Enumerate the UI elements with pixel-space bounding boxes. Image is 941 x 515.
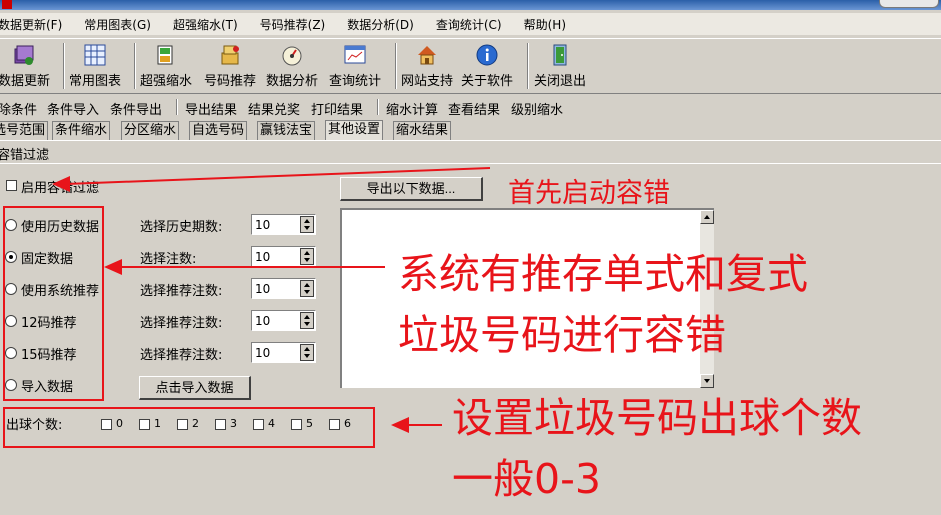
import-data-button[interactable]: 点击导入数据 (139, 376, 251, 400)
history-periods-label: 选择历史期数: (140, 220, 223, 235)
tab-other-settings[interactable]: 其他设置 (325, 120, 384, 140)
spinner-arrows-icon[interactable] (300, 248, 314, 265)
recommend-15-count-label: 选择推荐注数: (140, 348, 223, 363)
fixed-count-value: 10 (255, 250, 271, 264)
exit-door-icon (553, 44, 567, 66)
tab-condition-reduce[interactable]: 条件缩水 (52, 121, 111, 140)
print-results-button[interactable]: 打印结果 (311, 99, 363, 118)
toolbar-separator (63, 43, 65, 89)
toolbar-data-update-button[interactable]: 数据更新 (0, 43, 50, 89)
tab-reduce-results[interactable]: 缩水结果 (393, 121, 452, 140)
toolbar-charts-button[interactable]: 常用图表 (69, 43, 121, 89)
tab-strip: 选号范围 条件缩水 分区缩水 自选号码 赢钱法宝 其他设置 缩水结果 (0, 120, 941, 140)
info-icon (476, 44, 498, 66)
recommend-15-value: 10 (255, 346, 271, 360)
tab-number-range[interactable]: 选号范围 (0, 121, 49, 140)
arrow-to-ball-count-box (391, 417, 442, 433)
history-periods-spinner[interactable]: 10 (251, 214, 316, 235)
history-periods-value: 10 (255, 218, 271, 232)
spinner-arrows-icon[interactable] (300, 312, 314, 329)
window-titlebar (0, 0, 941, 10)
recommend-12-value: 10 (255, 314, 271, 328)
statistics-icon (344, 45, 366, 64)
export-conditions-button[interactable]: 条件导出 (110, 99, 162, 118)
toolbar-exit-button[interactable]: 关闭退出 (534, 43, 586, 89)
recommend-12-count-label: 选择推荐注数: (140, 316, 223, 331)
reduce-icon (157, 45, 173, 65)
annotation-box-ball-count (3, 407, 375, 448)
annotation-third-line1: 设置垃圾号码出球个数 (452, 394, 862, 442)
sub-toolbar: 除条件 条件导入 条件导出 导出结果 结果兑奖 打印结果 缩水计算 查看结果 级… (0, 96, 941, 118)
annotation-second-line1: 系统有推存单式和复式 (398, 250, 808, 298)
app-icon (2, 0, 12, 9)
system-recommend-spinner[interactable]: 10 (251, 278, 316, 299)
toolbar-website-button[interactable]: 网站支持 (401, 43, 453, 89)
enable-fault-tolerance-checkbox[interactable] (6, 180, 17, 191)
fixed-count-label: 选择注数: (140, 252, 197, 267)
menu-recommend[interactable]: 号码推荐(Z) (260, 16, 326, 33)
toolbar-recommend-button[interactable]: 号码推荐 (204, 43, 256, 89)
export-data-button[interactable]: 导出以下数据... (340, 177, 483, 201)
annotation-second-line2: 垃圾号码进行容错 (398, 311, 726, 359)
toolbar-statistics-button[interactable]: 查询统计 (329, 43, 381, 89)
menu-statistics[interactable]: 查询统计(C) (436, 16, 502, 33)
main-toolbar: 数据更新 常用图表 超强缩水 号码推荐 数据分析 查询统计 网站支持 关于软件 … (0, 38, 941, 94)
subtoolbar-separator (377, 99, 379, 115)
toolbar-reduce-button[interactable]: 超强缩水 (140, 43, 192, 89)
scroll-up-icon[interactable] (700, 210, 714, 224)
spinner-arrows-icon[interactable] (300, 344, 314, 361)
annotation-box-options (3, 206, 104, 401)
system-recommend-count-label: 选择推荐注数: (140, 284, 223, 299)
fault-tolerance-group-title: 容错过滤 (0, 148, 50, 163)
view-results-button[interactable]: 查看结果 (448, 99, 500, 118)
recommend-12-spinner[interactable]: 10 (251, 310, 316, 331)
import-conditions-button[interactable]: 条件导入 (47, 99, 99, 118)
home-icon (418, 46, 436, 65)
menu-help[interactable]: 帮助(H) (524, 16, 566, 33)
window-control-buttons[interactable] (879, 0, 939, 8)
recommend-15-spinner[interactable]: 10 (251, 342, 316, 363)
tab-panel-border (0, 140, 941, 141)
export-results-button[interactable]: 导出结果 (185, 99, 237, 118)
redeem-results-button[interactable]: 结果兑奖 (248, 99, 300, 118)
analysis-icon (282, 46, 302, 66)
database-update-icon (14, 45, 34, 65)
reduce-calc-button[interactable]: 缩水计算 (386, 99, 438, 118)
spinner-arrows-icon[interactable] (300, 280, 314, 297)
menu-analysis[interactable]: 数据分析(D) (347, 16, 414, 33)
toolbar-separator (134, 43, 136, 89)
level-reduce-button[interactable]: 级别缩水 (511, 99, 563, 118)
toolbar-separator (395, 43, 397, 89)
annotation-third-line2: 一般0-3 (452, 455, 601, 503)
clear-conditions-button[interactable]: 除条件 (0, 99, 37, 118)
menu-data-update[interactable]: 数据更新(F) (0, 16, 62, 33)
chart-grid-icon (84, 44, 106, 66)
toolbar-separator (527, 43, 529, 89)
menu-reduce[interactable]: 超强缩水(T) (173, 16, 238, 33)
annotation-first: 首先启动容错 (508, 178, 670, 209)
toolbar-analysis-button[interactable]: 数据分析 (266, 43, 318, 89)
menubar: 数据更新(F) 常用图表(G) 超强缩水(T) 号码推荐(Z) 数据分析(D) … (0, 13, 941, 35)
tab-custom-numbers[interactable]: 自选号码 (189, 121, 248, 140)
recommend-icon (221, 45, 239, 65)
menu-charts[interactable]: 常用图表(G) (84, 16, 151, 33)
tab-zone-reduce[interactable]: 分区缩水 (121, 121, 180, 140)
toolbar-about-button[interactable]: 关于软件 (461, 43, 513, 89)
tab-winning-tips[interactable]: 赢钱法宝 (257, 121, 316, 140)
system-recommend-value: 10 (255, 282, 271, 296)
fixed-count-spinner[interactable]: 10 (251, 246, 316, 267)
subtoolbar-separator (176, 99, 178, 115)
spinner-arrows-icon[interactable] (300, 216, 314, 233)
group-divider (0, 163, 941, 164)
enable-fault-tolerance-label: 启用容错过滤 (21, 181, 100, 196)
